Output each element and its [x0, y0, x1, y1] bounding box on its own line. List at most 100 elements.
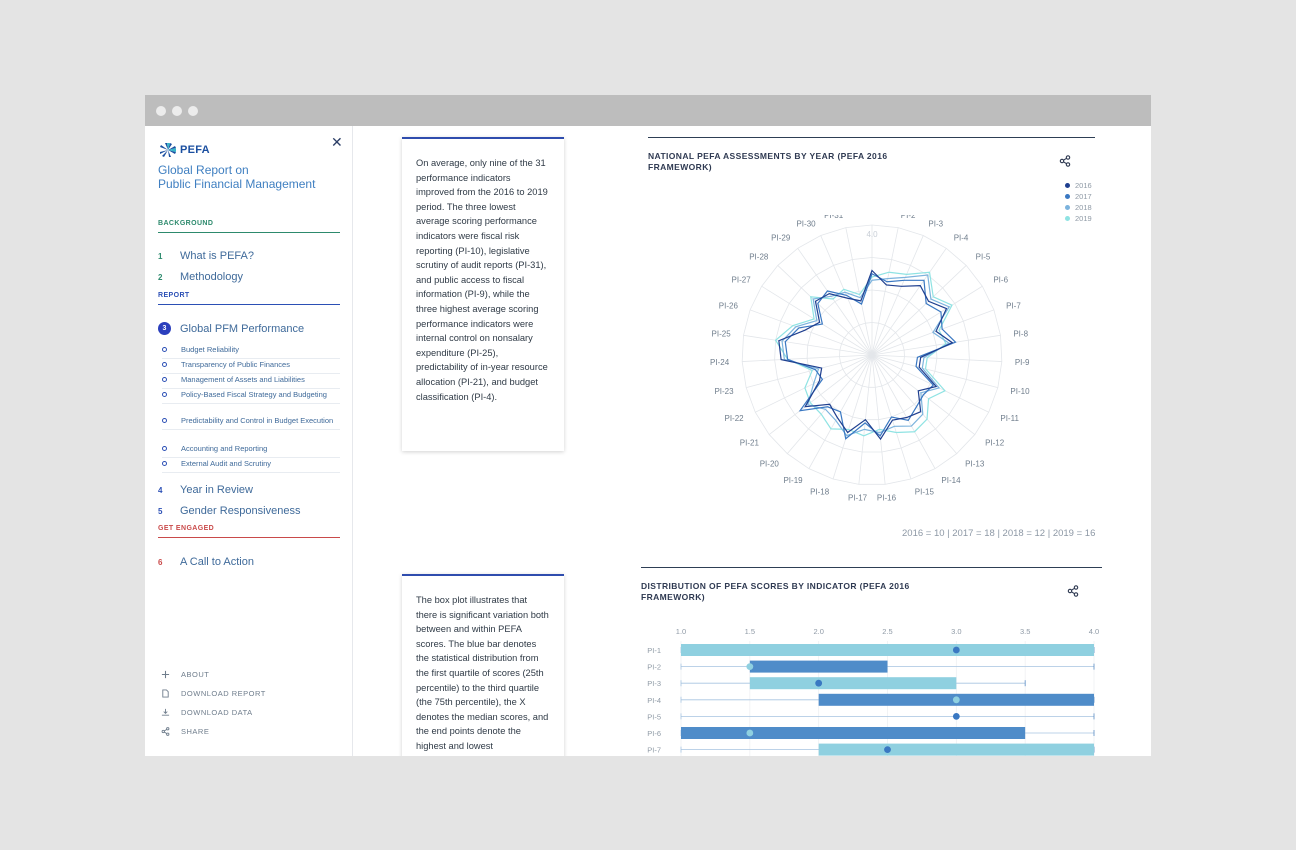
boxplot-row-label: PI-1	[647, 646, 661, 655]
radar-axis-label: PI-1	[865, 215, 880, 217]
sub-item-accounting[interactable]: Accounting and Reporting	[162, 443, 340, 458]
radar-axis-label: PI-17	[848, 493, 868, 502]
footer-label: DOWNLOAD DATA	[181, 708, 253, 717]
radar-axis-label: PI-26	[719, 301, 739, 310]
legend-swatch	[1065, 183, 1070, 188]
nav-item-year-in-review[interactable]: 4 Year in Review	[158, 484, 253, 496]
boxplot-row-label: PI-6	[647, 729, 661, 738]
boxplot-median	[952, 713, 960, 720]
circle-icon	[162, 392, 167, 397]
boxplot-tick-label: 1.5	[745, 627, 755, 636]
nav-label: Global PFM Performance	[180, 322, 305, 335]
nav-label: What is PEFA?	[180, 250, 254, 262]
nav-number: 5	[158, 506, 163, 516]
sub-item-external-audit[interactable]: External Audit and Scrutiny	[162, 458, 340, 473]
radar-axis-label: PI-9	[1015, 358, 1030, 367]
share-link[interactable]: SHARE	[161, 727, 209, 736]
boxplot-description-card: The box plot illustrates that there is s…	[402, 574, 564, 756]
radar-spoke	[768, 354, 873, 435]
nav-number: 2	[158, 272, 163, 282]
circle-icon	[162, 362, 167, 367]
sub-item-assets-liabilities[interactable]: Management of Assets and Liabilities	[162, 374, 340, 389]
circle-icon	[162, 418, 167, 423]
boxplot-tick-label: 1.0	[676, 627, 686, 636]
window-dot-minimize[interactable]	[172, 106, 182, 116]
boxplot-tick-label: 3.5	[1020, 627, 1030, 636]
legend-item-2018[interactable]: 2018	[1065, 202, 1092, 213]
nav-item-global-pfm-performance[interactable]: 3 Global PFM Performance	[158, 322, 304, 335]
about-link[interactable]: ABOUT	[161, 670, 209, 679]
sub-item-label: External Audit and Scrutiny	[181, 459, 272, 468]
legend-label: 2016	[1075, 181, 1092, 190]
sub-item-budget-reliability[interactable]: Budget Reliability	[162, 344, 340, 359]
boxplot-row-label: PI-2	[647, 663, 661, 672]
nav-number: 1	[158, 251, 163, 261]
legend-item-2017[interactable]: 2017	[1065, 191, 1092, 202]
nav-item-gender-responsiveness[interactable]: 5 Gender Responsiveness	[158, 505, 300, 517]
boxplot-box	[681, 644, 1094, 656]
report-title-line1: Global Report on	[158, 163, 249, 177]
boxplot-tick-label: 2.5	[882, 627, 892, 636]
section-header-get-engaged: GET ENGAGED	[158, 525, 340, 538]
pefa-logo-icon	[160, 143, 176, 157]
browser-window: PEFA ✕ Global Report on Public Financial…	[145, 95, 1151, 756]
radar-axis-label: PI-21	[740, 439, 760, 448]
legend-label: 2017	[1075, 192, 1092, 201]
download-icon	[161, 708, 170, 716]
boxplot-share-icon[interactable]	[1067, 585, 1079, 597]
radar-scale-label: 4.0	[866, 230, 878, 239]
boxplot-chart-title: DISTRIBUTION OF PEFA SCORES BY INDICATOR…	[641, 581, 910, 602]
sub-item-label: Transparency of Public Finances	[181, 360, 290, 369]
sub-item-fiscal-strategy[interactable]: Policy-Based Fiscal Strategy and Budgeti…	[162, 389, 340, 404]
sub-item-label: Accounting and Reporting	[181, 444, 268, 453]
legend-item-2016[interactable]: 2016	[1065, 180, 1092, 191]
radar-axis-label: PI-14	[941, 476, 961, 485]
radar-description-text: On average, only nine of the 31 performa…	[416, 158, 548, 402]
boxplot-row-label: PI-5	[647, 712, 661, 721]
radar-share-icon[interactable]	[1059, 155, 1071, 167]
radar-axis-label: PI-4	[954, 234, 969, 243]
report-title[interactable]: Global Report on Public Financial Manage…	[158, 163, 343, 191]
nav-number: 4	[158, 485, 163, 495]
nav-label: Methodology	[180, 271, 243, 283]
boxplot-box	[749, 660, 888, 673]
legend-item-2019[interactable]: 2019	[1065, 213, 1092, 224]
report-title-line2: Public Financial Management	[158, 177, 316, 191]
radar-axis-label: PI-15	[915, 487, 935, 496]
radar-axis-label: PI-12	[985, 439, 1005, 448]
radar-axis-label: PI-24	[710, 358, 730, 367]
close-icon[interactable]: ✕	[331, 134, 343, 151]
footer-label: DOWNLOAD REPORT	[181, 689, 266, 698]
circle-icon	[162, 461, 167, 466]
footer-label: ABOUT	[181, 670, 210, 679]
sub-item-label: Predictability and Control in Budget Exe…	[181, 416, 334, 425]
nav-item-methodology[interactable]: 2 Methodology	[158, 271, 243, 283]
nav-label: A Call to Action	[180, 556, 254, 568]
download-report-link[interactable]: DOWNLOAD REPORT	[161, 689, 266, 698]
nav-number-active: 3	[158, 322, 171, 335]
boxplot-tick-label: 4.0	[1089, 627, 1099, 636]
window-dot-maximize[interactable]	[188, 106, 198, 116]
radar-axis-label: PI-31	[824, 215, 844, 220]
radar-spoke	[832, 354, 873, 480]
radar-axis-label: PI-16	[877, 493, 897, 502]
download-data-link[interactable]: DOWNLOAD DATA	[161, 708, 253, 717]
radar-axis-label: PI-3	[928, 220, 943, 229]
radar-chart-title: NATIONAL PEFA ASSESSMENTS BY YEAR (PEFA …	[648, 151, 888, 172]
circle-icon	[162, 377, 167, 382]
pefa-logo[interactable]: PEFA	[159, 142, 210, 158]
sub-item-transparency[interactable]: Transparency of Public Finances	[162, 359, 340, 374]
boxplot-chart-rule	[641, 567, 1102, 568]
radar-axis-label: PI-7	[1006, 301, 1021, 310]
boxplot-median	[952, 646, 960, 654]
sub-item-label: Policy-Based Fiscal Strategy and Budgeti…	[181, 390, 327, 399]
nav-item-what-is-pefa[interactable]: 1 What is PEFA?	[158, 250, 254, 262]
radar-axis-label: PI-10	[1010, 387, 1030, 396]
radar-axis-label: PI-2	[901, 215, 916, 220]
boxplot-median	[746, 729, 754, 737]
window-dot-close[interactable]	[156, 106, 166, 116]
sub-item-budget-execution[interactable]: Predictability and Control in Budget Exe…	[162, 415, 340, 430]
radar-chart: PI-1 PI-2 PI-3 PI-4 PI-5 PI-6 PI-7 PI-8 PI-9 PI-1…	[710, 215, 1030, 502]
radar-axis-label: PI-22	[724, 414, 744, 423]
nav-item-call-to-action[interactable]: 6 A Call to Action	[158, 556, 254, 568]
